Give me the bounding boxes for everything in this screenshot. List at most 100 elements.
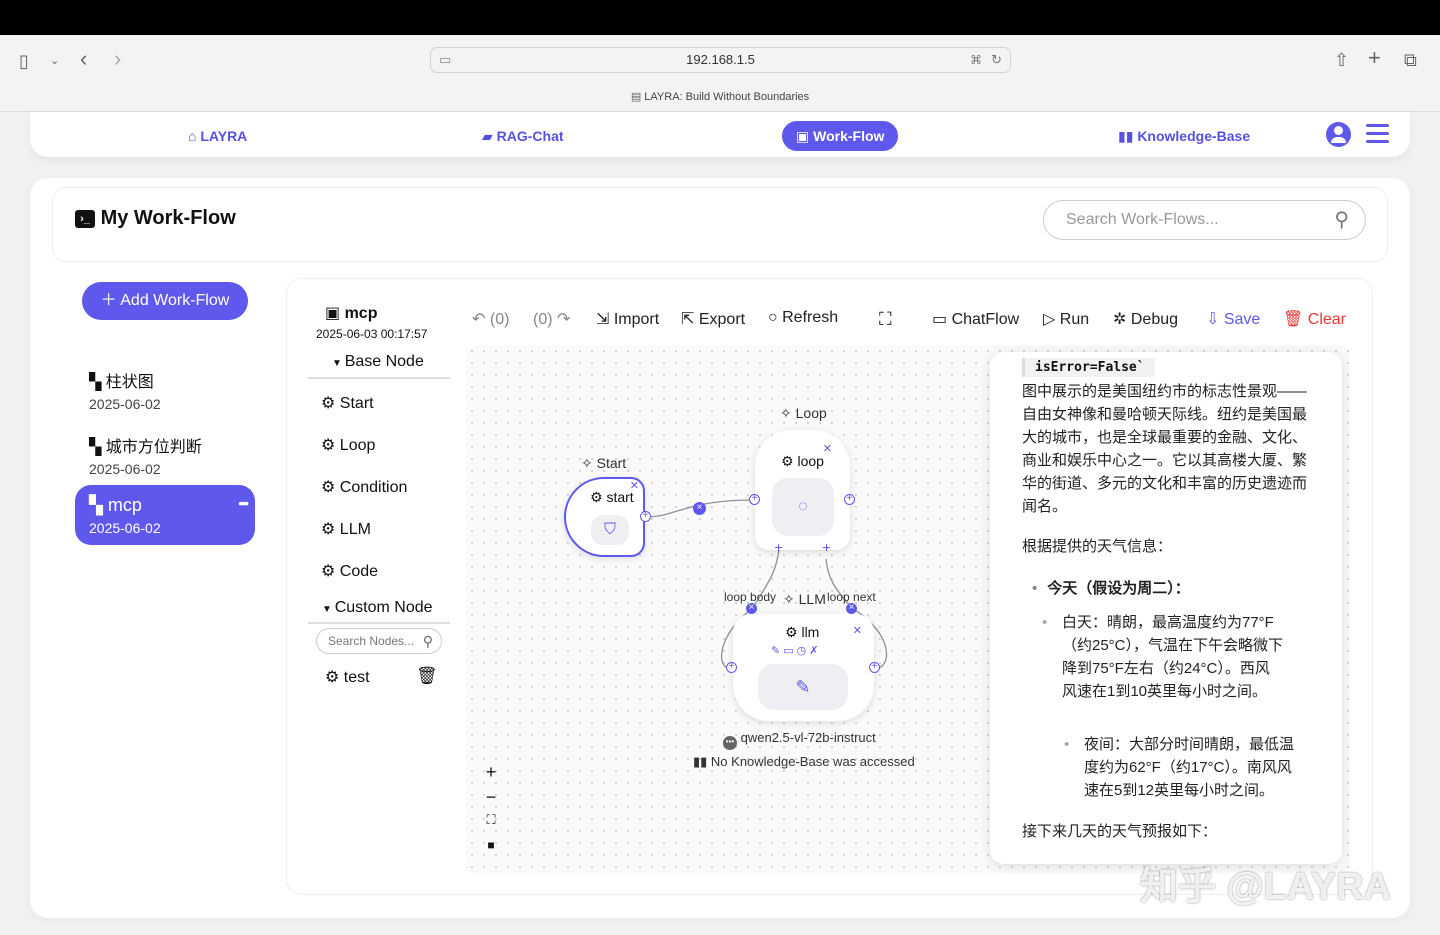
- page-title: ›_ My Work-Flow: [75, 207, 236, 230]
- edit-prompt-icon[interactable]: ✎: [758, 664, 848, 710]
- chevron-down-icon[interactable]: ⌄: [50, 51, 59, 71]
- llm-output-handle[interactable]: +: [869, 662, 880, 673]
- node-label: LLM: [339, 521, 371, 538]
- new-tab-icon[interactable]: +: [1368, 47, 1381, 69]
- tab-title[interactable]: ▤ LAYRA: Build Without Boundaries: [0, 90, 1440, 103]
- search-nodes-input[interactable]: Search Nodes... ⚲: [316, 628, 442, 654]
- fullscreen-icon[interactable]: ⛶: [879, 309, 892, 330]
- divider: [308, 622, 450, 624]
- chat-output-panel: isError=False` 图中展示的是美国纽约市的标志性景观——自由女神像和…: [990, 352, 1342, 864]
- fit-view-icon[interactable]: ⛶: [481, 812, 501, 828]
- clock-icon[interactable]: ◷: [797, 645, 810, 657]
- loop-body-handle[interactable]: +: [773, 540, 784, 554]
- llm-group-text: LLM: [798, 591, 826, 607]
- start-node[interactable]: ⚙ start ⛉ ✕: [564, 477, 645, 557]
- chat-paragraph: 根据提供的天气信息：: [1022, 538, 1173, 555]
- zoom-out-button[interactable]: −: [481, 787, 501, 808]
- base-node-header[interactable]: ▼ Base Node: [332, 353, 424, 371]
- llm-node[interactable]: ⚙ llm ✎▭◷✗ ✎ ✕: [733, 614, 874, 721]
- node-label: Code: [339, 563, 379, 580]
- map-icon: ▚: [89, 374, 106, 391]
- nav-work-flow[interactable]: ▣ Work-Flow: [782, 121, 899, 151]
- llm-node-label: ⚙ llm: [785, 624, 819, 641]
- node-code[interactable]: ⚙ Code: [321, 561, 378, 581]
- site-icon: ▭: [439, 52, 452, 67]
- chat-paragraph: 接下来几天的天气预报如下：: [1022, 823, 1218, 840]
- import-label: Import: [613, 311, 660, 328]
- divider: [308, 377, 450, 379]
- tabs-overview-icon[interactable]: ⧉: [1404, 50, 1417, 70]
- loop-output-handle[interactable]: +: [844, 494, 855, 505]
- clear-button[interactable]: 🗑 Clear: [1283, 309, 1346, 329]
- address-bar[interactable]: ▭ 192.168.1.5 ⌘ ↻: [430, 47, 1011, 73]
- tools-icon[interactable]: ✗: [809, 645, 821, 657]
- nav-home[interactable]: ⌂ LAYRA: [188, 121, 247, 151]
- start-output-handle[interactable]: +: [640, 511, 651, 522]
- lock-icon[interactable]: ■: [481, 838, 501, 852]
- run-button[interactable]: ▷ Run: [1043, 309, 1089, 329]
- redo-button[interactable]: (0) ↷: [533, 309, 570, 329]
- gear-icon: ⚙: [321, 563, 340, 580]
- save-button[interactable]: ⇩ Save: [1206, 309, 1260, 329]
- nav-knowledge-base[interactable]: ▮▮ Knowledge-Base: [1118, 121, 1250, 151]
- add-workflow-button[interactable]: ＋ Add Work-Flow: [82, 282, 248, 320]
- close-icon[interactable]: ✕: [823, 442, 832, 455]
- page-icon: ▤: [630, 91, 645, 103]
- workflow-item[interactable]: ▚ 柱状图 2025-06-02: [75, 360, 255, 420]
- kb-status-text: No Knowledge-Base was accessed: [710, 754, 915, 769]
- share-icon[interactable]: ⇧: [1334, 50, 1349, 70]
- custom-node-header[interactable]: ▼ Custom Node: [322, 599, 433, 617]
- undo-button[interactable]: ↶ (0): [472, 309, 509, 329]
- export-icon: ⇱: [681, 311, 695, 328]
- avatar[interactable]: [1326, 122, 1351, 147]
- search-icon[interactable]: ⚲: [1334, 201, 1349, 239]
- close-icon[interactable]: ✕: [853, 624, 862, 637]
- trash-icon[interactable]: 🗑: [416, 666, 438, 686]
- node-loop[interactable]: ⚙ Loop: [321, 435, 375, 455]
- debug-button[interactable]: ✲ Debug: [1113, 309, 1178, 329]
- refresh-button[interactable]: ○ Refresh: [768, 309, 838, 327]
- custom-node-test[interactable]: ⚙ test: [325, 667, 370, 687]
- translate-icon[interactable]: ⌘: [970, 48, 982, 72]
- loop-next-handle[interactable]: +: [821, 540, 832, 554]
- loop-group-label: ✧ Loop: [780, 405, 827, 422]
- workflow-item[interactable]: ▚ 城市方位判断 2025-06-02: [75, 425, 255, 485]
- sidebar-toggle-icon[interactable]: ▯: [19, 51, 29, 71]
- node-start[interactable]: ⚙ Start: [321, 393, 374, 413]
- node-llm[interactable]: ⚙ LLM: [321, 519, 371, 539]
- import-button[interactable]: ⇲ Import: [596, 309, 659, 329]
- gear-icon: ⚙: [321, 479, 340, 496]
- search-workflows-input[interactable]: Search Work-Flows... ⚲: [1043, 200, 1366, 240]
- loop-input-handle[interactable]: +: [749, 494, 760, 505]
- terminal-icon: ›_: [75, 210, 95, 228]
- monitor-icon[interactable]: ▭: [783, 645, 796, 657]
- nav-rag-chat[interactable]: ▰ RAG-Chat: [482, 121, 564, 151]
- trash-icon: 🗑: [1283, 311, 1304, 328]
- export-button[interactable]: ⇱ Export: [681, 309, 745, 329]
- edge-delete-icon[interactable]: ×: [693, 502, 706, 515]
- close-icon[interactable]: ✕: [630, 479, 639, 492]
- search-nodes-placeholder: Search Nodes...: [328, 634, 415, 648]
- refresh-label: Refresh: [782, 309, 839, 326]
- forward-icon[interactable]: ›: [114, 48, 121, 70]
- edit-icon[interactable]: ✎: [771, 645, 783, 657]
- llm-group-label: ✧ LLM: [783, 591, 826, 608]
- loop-group-text: Loop: [795, 405, 827, 421]
- reload-icon[interactable]: ↻: [991, 48, 1002, 72]
- menu-bar: [1366, 124, 1389, 127]
- loop-node[interactable]: ⚙ loop ◌ ✕: [755, 430, 850, 550]
- editor-name-text: mcp: [344, 305, 378, 322]
- menu-icon[interactable]: [1366, 124, 1389, 143]
- gear-icon: ⚙: [785, 624, 802, 640]
- chatflow-button[interactable]: ▭ ChatFlow: [932, 309, 1019, 329]
- edge-delete-icon[interactable]: ×: [846, 603, 857, 614]
- more-icon[interactable]: •••: [238, 495, 249, 511]
- start-group-text: Start: [596, 455, 627, 471]
- workflow-item-active[interactable]: ▚ mcp 2025-06-02 •••: [75, 485, 255, 545]
- node-condition[interactable]: ⚙ Condition: [321, 477, 407, 497]
- redo-count: (0): [533, 311, 553, 328]
- llm-input-handle[interactable]: +: [726, 662, 737, 673]
- edge-delete-icon[interactable]: ×: [746, 603, 757, 614]
- zoom-in-button[interactable]: +: [481, 762, 501, 783]
- back-icon[interactable]: ‹: [80, 48, 87, 70]
